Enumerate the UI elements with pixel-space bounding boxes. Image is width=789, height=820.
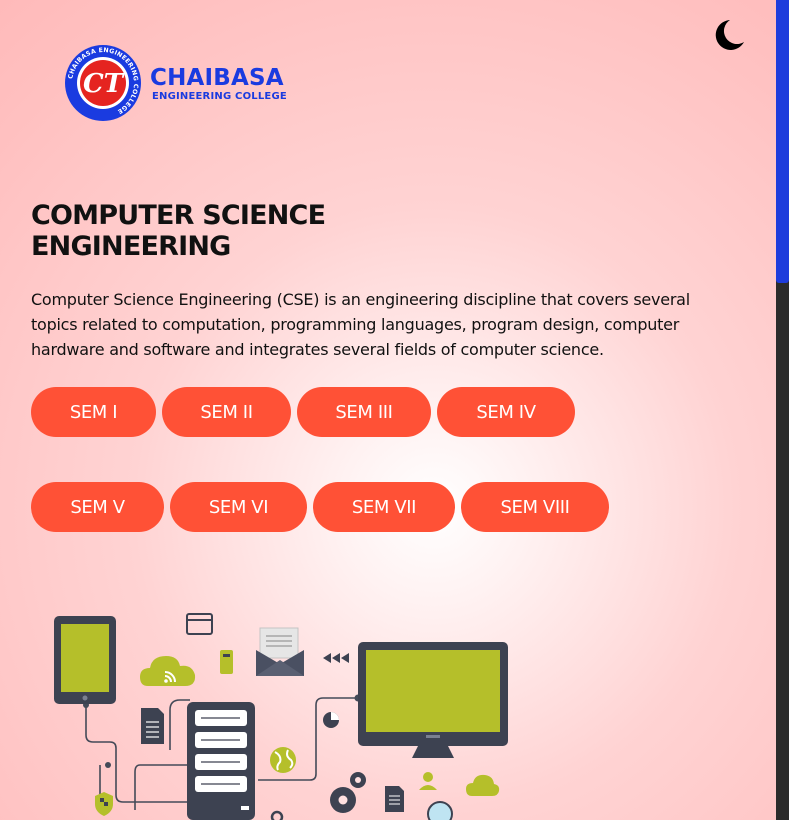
college-logo[interactable]: CHAIBASA ENGINEERING COLLEGE CT CHAIBASA…	[64, 44, 287, 122]
scrollbar[interactable]	[776, 0, 789, 820]
sem-4-button[interactable]: SEM IV	[437, 387, 575, 437]
sem-2-button[interactable]: SEM II	[162, 387, 291, 437]
computer-network-illustration	[54, 613, 508, 820]
page-description: Computer Science Engineering (CSE) is an…	[31, 290, 690, 359]
sem-7-button[interactable]: SEM VII	[313, 482, 455, 532]
logo-text: CHAIBASA ENGINEERING COLLEGE	[150, 65, 287, 103]
logo-name: CHAIBASA	[150, 65, 284, 91]
sem-6-button[interactable]: SEM VI	[170, 482, 307, 532]
college-emblem-icon: CHAIBASA ENGINEERING COLLEGE CT	[65, 45, 141, 121]
sem-5-button[interactable]: SEM V	[31, 482, 164, 532]
semester-row-1: SEM I SEM II SEM III SEM IV	[31, 387, 581, 437]
page-title: COMPUTER SCIENCE ENGINEERING	[31, 200, 326, 262]
sem-8-button[interactable]: SEM VIII	[461, 482, 609, 532]
moon-icon	[715, 20, 744, 50]
sem-1-button[interactable]: SEM I	[31, 387, 156, 437]
theme-toggle-button[interactable]	[708, 14, 750, 56]
page: CHAIBASA ENGINEERING COLLEGE CT CHAIBASA…	[0, 0, 776, 820]
sem-3-button[interactable]: SEM III	[297, 387, 431, 437]
logo-subtitle: ENGINEERING COLLEGE	[152, 91, 287, 102]
semester-row-2: SEM V SEM VI SEM VII SEM VIII	[31, 482, 615, 532]
scrollbar-thumb[interactable]	[776, 0, 789, 283]
svg-text:CT: CT	[83, 69, 125, 99]
